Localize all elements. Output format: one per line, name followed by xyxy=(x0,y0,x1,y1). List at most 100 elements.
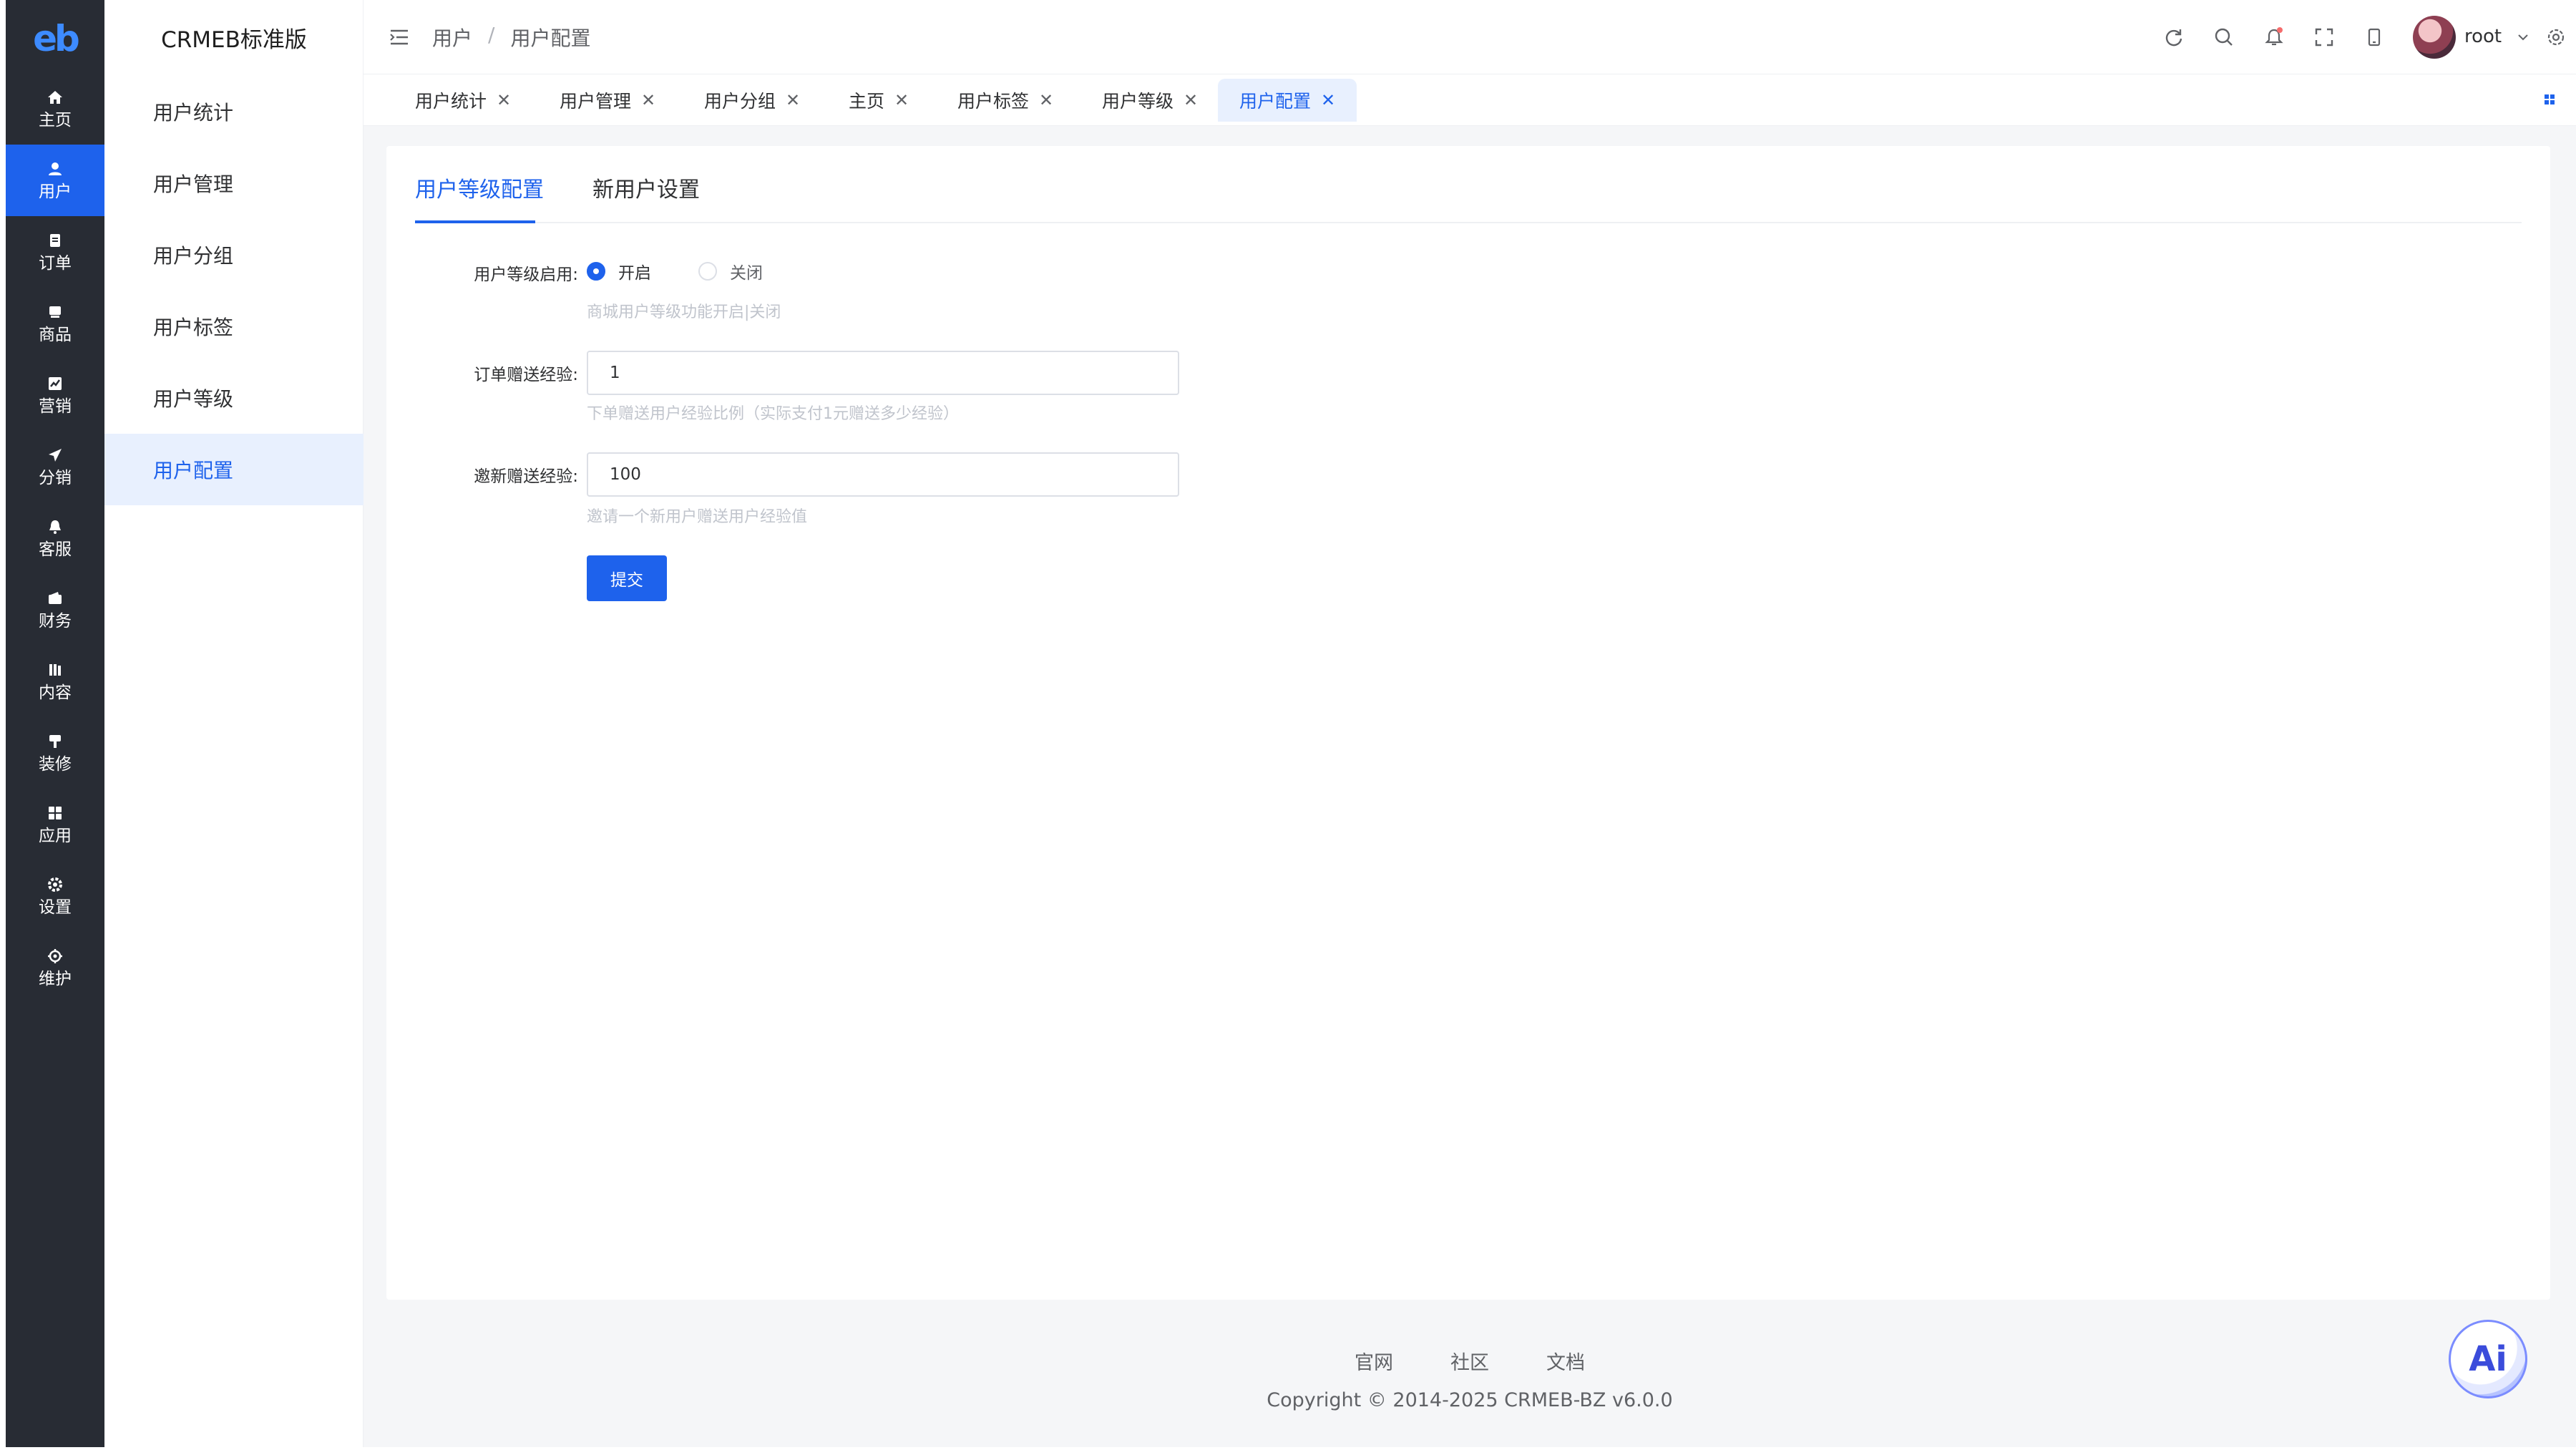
rail-item-label: 设置 xyxy=(39,898,72,917)
top-header: 用户 / 用户配置 root xyxy=(364,0,2576,74)
book-icon xyxy=(45,660,65,680)
rail-item-content[interactable]: 内容 xyxy=(6,646,104,717)
app-logo[interactable]: eb xyxy=(6,16,104,62)
settings-icon xyxy=(45,875,65,895)
footer-link-official[interactable]: 官网 xyxy=(1355,1347,1393,1375)
rail-item-label: 财务 xyxy=(39,612,72,631)
footer-link-docs[interactable]: 文档 xyxy=(1546,1347,1585,1375)
tab-label: 用户分组 xyxy=(704,91,776,112)
rail-item-order[interactable]: 订单 xyxy=(6,216,104,288)
user-icon xyxy=(45,159,65,179)
footer-links: 官网 社区 文档 xyxy=(364,1347,2576,1375)
rail-item-label: 用户 xyxy=(39,183,72,201)
tab-user-tags[interactable]: 用户标签 ✕ xyxy=(936,79,1075,122)
rail-item-user[interactable]: 用户 xyxy=(6,145,104,216)
config-card: 用户等级配置 新用户设置 用户等级启用: 开启 关闭 商城用户等级功能开启|关闭… xyxy=(386,146,2550,1300)
tab-label: 用户管理 xyxy=(560,91,632,112)
level-enable-label: 用户等级启用: xyxy=(474,266,578,284)
logo-mark: eb xyxy=(33,18,80,59)
sub-nav: CRMEB标准版 用户统计 用户管理 用户分组 用户标签 用户等级 用户配置 xyxy=(104,0,364,1447)
rail-item-label: 维护 xyxy=(39,970,72,988)
maintenance-icon xyxy=(45,946,65,966)
tab-label: 用户等级 xyxy=(1102,91,1174,112)
ai-assistant-button[interactable]: Ai xyxy=(2449,1320,2527,1398)
rail-item-label: 应用 xyxy=(39,827,72,845)
tab-home[interactable]: 主页 ✕ xyxy=(827,79,930,122)
refresh-icon[interactable] xyxy=(2161,24,2187,50)
rail-item-label: 客服 xyxy=(39,540,72,559)
close-icon[interactable]: ✕ xyxy=(786,90,800,110)
breadcrumb-current: 用户配置 xyxy=(510,26,591,50)
tab-label: 用户标签 xyxy=(957,91,1030,112)
order-icon xyxy=(45,230,65,250)
level-enable-on-radio[interactable]: 开启 xyxy=(587,259,651,283)
close-icon[interactable]: ✕ xyxy=(1321,90,1335,110)
rail-item-product[interactable]: 商品 xyxy=(6,288,104,359)
close-icon[interactable]: ✕ xyxy=(894,90,909,110)
tab-user-stats[interactable]: 用户统计 ✕ xyxy=(394,79,532,122)
level-enable-off-radio[interactable]: 关闭 xyxy=(698,259,763,283)
menu-toggle-icon[interactable] xyxy=(388,26,411,49)
sub-item-user-management[interactable]: 用户管理 xyxy=(104,147,364,219)
rail-item-label: 营销 xyxy=(39,397,72,416)
tab-label: 用户统计 xyxy=(415,91,487,112)
close-icon[interactable]: ✕ xyxy=(497,90,511,110)
active-tab-indicator xyxy=(415,220,535,223)
paint-icon xyxy=(45,731,65,751)
rail-item-maintenance[interactable]: 维护 xyxy=(6,932,104,1003)
sub-item-user-stats[interactable]: 用户统计 xyxy=(104,76,364,147)
sub-item-user-tags[interactable]: 用户标签 xyxy=(104,291,364,362)
footer: 官网 社区 文档 Copyright © 2014-2025 CRMEB-BZ … xyxy=(364,1347,2576,1411)
ai-label: Ai xyxy=(2469,1339,2507,1379)
mobile-preview-icon[interactable] xyxy=(2361,24,2387,50)
rail-item-label: 主页 xyxy=(39,111,72,130)
rail-item-distribution[interactable]: 分销 xyxy=(6,431,104,502)
tab-label: 用户配置 xyxy=(1239,91,1312,112)
sub-item-user-levels[interactable]: 用户等级 xyxy=(104,362,364,434)
close-icon[interactable]: ✕ xyxy=(1039,90,1053,110)
page-tabs: 用户统计 ✕ 用户管理 ✕ 用户分组 ✕ 主页 ✕ 用户标签 ✕ 用户等级 ✕ 用户配置 ✕ xyxy=(364,74,2576,126)
wallet-icon xyxy=(45,588,65,608)
rail-item-decorate[interactable]: 装修 xyxy=(6,717,104,789)
rail-item-marketing[interactable]: 营销 xyxy=(6,359,104,431)
rail-item-home[interactable]: 主页 xyxy=(6,73,104,145)
search-icon[interactable] xyxy=(2211,24,2237,50)
rail-item-settings[interactable]: 设置 xyxy=(6,860,104,932)
tab-new-user-settings[interactable]: 新用户设置 xyxy=(592,172,700,203)
level-enable-hint: 商城用户等级功能开启|关闭 xyxy=(587,303,781,321)
user-avatar[interactable] xyxy=(2413,16,2456,59)
chevron-down-icon[interactable] xyxy=(2510,24,2536,50)
bell-icon xyxy=(45,517,65,537)
rail-item-finance[interactable]: 财务 xyxy=(6,574,104,646)
sub-item-user-groups[interactable]: 用户分组 xyxy=(104,219,364,291)
breadcrumb-parent[interactable]: 用户 xyxy=(432,23,472,52)
tab-level-config[interactable]: 用户等级配置 xyxy=(415,172,544,203)
order-exp-hint: 下单赠送用户经验比例（实际支付1元赠送多少经验） xyxy=(587,405,959,423)
tab-user-management[interactable]: 用户管理 ✕ xyxy=(538,79,677,122)
tab-user-groups[interactable]: 用户分组 ✕ xyxy=(683,79,821,122)
rail-item-service[interactable]: 客服 xyxy=(6,502,104,574)
submit-button[interactable]: 提交 xyxy=(587,555,667,601)
fullscreen-icon[interactable] xyxy=(2311,24,2337,50)
tab-divider xyxy=(415,222,2522,223)
notification-bell-icon[interactable] xyxy=(2261,24,2287,50)
close-icon[interactable]: ✕ xyxy=(1184,90,1198,110)
sub-item-user-config[interactable]: 用户配置 xyxy=(104,434,364,505)
rail-item-label: 装修 xyxy=(39,755,72,774)
home-icon xyxy=(45,87,65,107)
order-exp-input[interactable] xyxy=(587,351,1179,395)
username[interactable]: root xyxy=(2464,26,2502,47)
tab-user-levels[interactable]: 用户等级 ✕ xyxy=(1080,79,1219,122)
invite-exp-input[interactable] xyxy=(587,452,1179,497)
footer-link-community[interactable]: 社区 xyxy=(1450,1347,1489,1375)
brand-title: CRMEB标准版 xyxy=(161,26,307,53)
tab-user-config[interactable]: 用户配置 ✕ xyxy=(1218,79,1357,122)
gear-icon[interactable] xyxy=(2543,24,2569,50)
close-icon[interactable]: ✕ xyxy=(641,90,655,110)
tab-menu-grid-icon[interactable] xyxy=(2539,89,2560,110)
rail-item-label: 分销 xyxy=(39,469,72,487)
rail-item-apps[interactable]: 应用 xyxy=(6,789,104,860)
rail-item-label: 内容 xyxy=(39,683,72,702)
send-icon xyxy=(45,445,65,465)
copyright: Copyright © 2014-2025 CRMEB-BZ v6.0.0 xyxy=(1267,1389,1673,1411)
